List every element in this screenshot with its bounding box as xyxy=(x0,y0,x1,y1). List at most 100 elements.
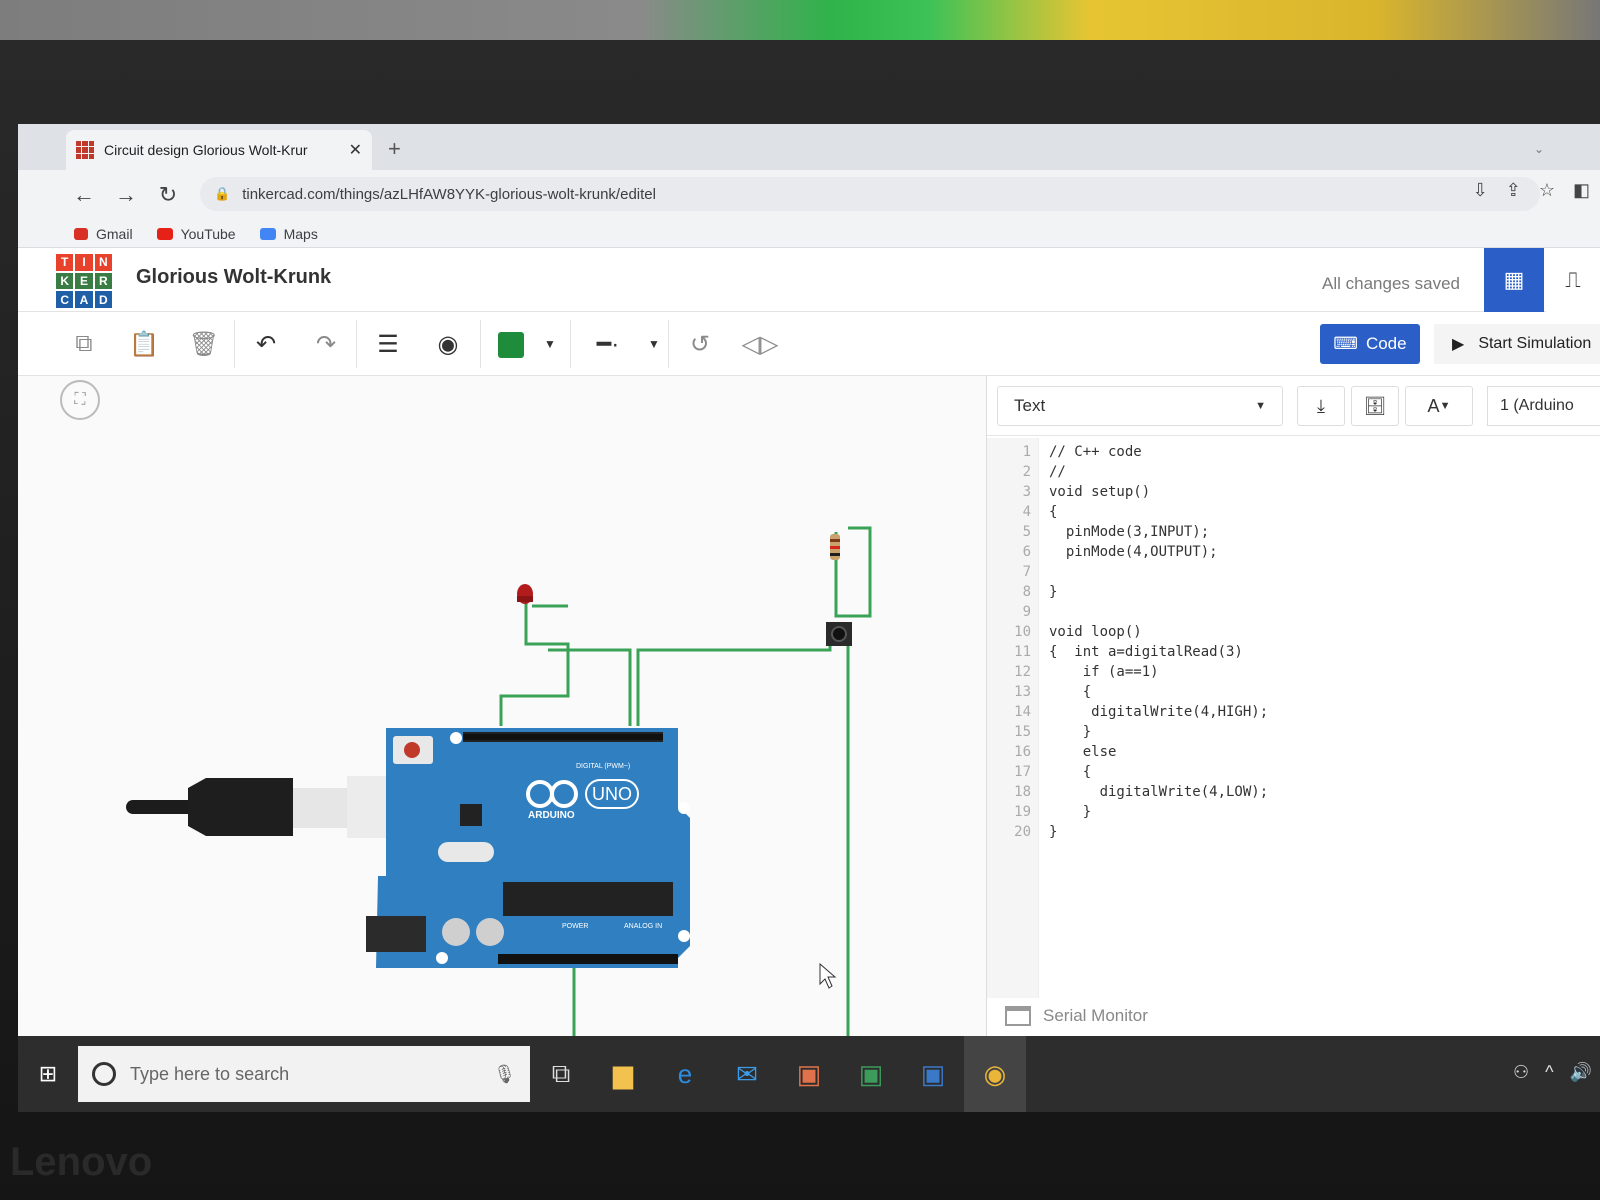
bookmark-gmail[interactable]: Gmail xyxy=(74,226,133,242)
mail-icon[interactable]: ✉ xyxy=(716,1036,778,1112)
notes-icon[interactable]: ☰ xyxy=(366,324,410,364)
taskbar-search[interactable]: Type here to search 🎙 xyxy=(78,1046,530,1102)
view-notes-icon[interactable]: ◉ xyxy=(426,324,470,364)
code-text: void setup() xyxy=(1049,484,1151,500)
code-line: 18 digitalWrite(4,LOW); xyxy=(987,784,1600,804)
device-select[interactable]: 1 (Arduino xyxy=(1487,386,1600,426)
serial-monitor-toggle[interactable]: Serial Monitor xyxy=(1005,1006,1148,1026)
word-icon[interactable]: ▣ xyxy=(902,1036,964,1112)
bookmark-label: Gmail xyxy=(96,225,133,242)
wire-color-swatch[interactable] xyxy=(498,332,524,358)
excel-icon[interactable]: ▣ xyxy=(840,1036,902,1112)
circuit-canvas[interactable]: ⛶ UNO ARDUINO DIGITAL (PWM~) POWER ANALO… xyxy=(18,376,986,1036)
code-line: 20} xyxy=(987,824,1600,844)
code-line: 14 digitalWrite(4,HIGH); xyxy=(987,704,1600,724)
microphone-icon[interactable]: 🎙 xyxy=(493,1064,516,1085)
flip-icon[interactable]: ◁▷ xyxy=(738,324,782,364)
line-number: 13 xyxy=(1014,684,1031,700)
laptop-screen: Circuit design Glorious Wolt-Krur ✕ + ⌄ … xyxy=(18,124,1600,1112)
code-line: 8} xyxy=(987,584,1600,604)
start-simulation-button[interactable]: ▶ Start Simulation xyxy=(1434,324,1600,364)
code-line: 4{ xyxy=(987,504,1600,524)
analog-header-label: ANALOG IN xyxy=(624,923,662,930)
install-icon[interactable]: ⇩ xyxy=(1473,180,1488,201)
reload-icon[interactable]: ↻ xyxy=(148,182,188,208)
tray-chevron-icon[interactable]: ^ xyxy=(1545,1062,1553,1083)
digital-header-label: DIGITAL (PWM~) xyxy=(576,763,630,770)
line-number: 19 xyxy=(1014,804,1031,820)
people-icon[interactable]: ⚇ xyxy=(1513,1062,1529,1083)
star-icon[interactable]: ☆ xyxy=(1539,180,1555,201)
code-text: digitalWrite(4,LOW); xyxy=(1049,784,1269,800)
tab-search-icon[interactable]: ⌄ xyxy=(1534,142,1544,156)
code-text: digitalWrite(4,HIGH); xyxy=(1049,704,1269,720)
code-text: } xyxy=(1049,804,1092,820)
save-status: All changes saved xyxy=(1322,274,1460,293)
share-icon[interactable]: ⇪ xyxy=(1506,180,1521,201)
code-text: { xyxy=(1049,504,1058,520)
background-photo-top xyxy=(0,0,1600,40)
edge-icon[interactable]: e xyxy=(654,1036,716,1112)
library-icon[interactable]: 🗄 xyxy=(1351,386,1399,426)
circuit-view-button[interactable]: ▦ xyxy=(1484,248,1544,312)
wire-type-icon[interactable]: ━· xyxy=(580,324,636,364)
resistor xyxy=(830,534,840,560)
code-button[interactable]: ⌨ Code xyxy=(1320,324,1420,364)
project-name[interactable]: Glorious Wolt-Krunk xyxy=(136,266,331,289)
line-number: 1 xyxy=(1022,444,1031,460)
browser-tab-active[interactable]: Circuit design Glorious Wolt-Krur ✕ xyxy=(66,130,372,170)
close-tab-icon[interactable]: ✕ xyxy=(349,140,362,160)
bookmark-maps[interactable]: Maps xyxy=(259,225,318,242)
wire-pin-4 xyxy=(636,638,832,726)
led xyxy=(517,584,533,604)
code-line: 19 } xyxy=(987,804,1600,824)
line-number: 8 xyxy=(1022,584,1031,600)
laptop-frame: Circuit design Glorious Wolt-Krur ✕ + ⌄ … xyxy=(0,0,1600,1200)
new-tab-button[interactable]: + xyxy=(388,136,401,162)
paste-icon[interactable]: 📋 xyxy=(122,324,166,364)
play-icon: ▶ xyxy=(1452,336,1465,353)
schematic-view-button[interactable]: ⎍ xyxy=(1546,248,1600,312)
address-bar[interactable]: 🔒 tinkercad.com/things/azLHfAW8YYK-glori… xyxy=(200,177,1540,211)
tinkercad-logo[interactable]: T I N K E R C A D xyxy=(56,254,112,308)
system-tray: ⚇ ^ 🔊 xyxy=(1513,1062,1592,1083)
color-dropdown-icon[interactable]: ▼ xyxy=(528,324,572,364)
volume-icon[interactable]: 🔊 xyxy=(1570,1062,1592,1083)
line-number: 3 xyxy=(1022,484,1031,500)
bookmark-youtube[interactable]: YouTube xyxy=(156,226,236,242)
code-icon: ⌨ xyxy=(1333,334,1358,353)
back-icon[interactable]: ← xyxy=(64,182,104,208)
code-mode-select[interactable]: Text ▼ xyxy=(997,386,1283,426)
redo-icon[interactable]: ↷ xyxy=(304,324,348,364)
side-panel-icon[interactable]: ◧ xyxy=(1573,180,1590,201)
delete-icon[interactable]: 🗑 xyxy=(182,324,226,364)
file-explorer-icon[interactable]: ▆ xyxy=(592,1036,654,1112)
line-number: 18 xyxy=(1014,784,1031,800)
wire-type-dropdown-icon[interactable]: ▼ xyxy=(632,324,676,364)
rotate-icon[interactable]: ↺ xyxy=(678,324,722,364)
browser-navbar: ← → ↻ 🔒 tinkercad.com/things/azLHfAW8YYK… xyxy=(18,170,1600,220)
tinkercad-favicon-icon xyxy=(76,141,94,159)
code-editor[interactable]: 1// C++ code 2//3 void setup() 4{5 pinMode(… xyxy=(987,438,1600,998)
line-number: 7 xyxy=(1022,564,1031,580)
code-toolbar: Text ▼ ⤓ 🗄 A ▼ 1 (Arduino xyxy=(987,376,1600,436)
usb-cable xyxy=(126,776,427,838)
line-number: 9 xyxy=(1022,604,1031,620)
download-code-icon[interactable]: ⤓ xyxy=(1297,386,1345,426)
bookmark-label: Maps xyxy=(283,225,318,242)
copy-icon[interactable]: ⧉ xyxy=(62,324,106,364)
code-text: // xyxy=(1049,464,1066,480)
forward-icon[interactable]: → xyxy=(106,182,146,208)
windows-start-icon[interactable]: ⊞ xyxy=(18,1036,78,1112)
task-view-icon[interactable]: ⧉ xyxy=(530,1036,592,1112)
gmail-icon xyxy=(74,227,88,240)
code-line: 1 // C++ code xyxy=(987,444,1600,464)
powerpoint-icon[interactable]: ▣ xyxy=(778,1036,840,1112)
code-text: pinMode(3,INPUT); xyxy=(1049,524,1210,540)
code-panel: Text ▼ ⤓ 🗄 A ▼ 1 (Arduino 1 // C++ code 2 //… xyxy=(986,376,1600,1036)
font-size-icon[interactable]: A ▼ xyxy=(1405,386,1473,426)
wire-gnd-return xyxy=(572,966,576,1036)
undo-icon[interactable]: ↶ xyxy=(244,324,288,364)
wire-resistor-loop xyxy=(834,526,872,618)
chrome-icon[interactable]: ◉ xyxy=(964,1036,1026,1112)
